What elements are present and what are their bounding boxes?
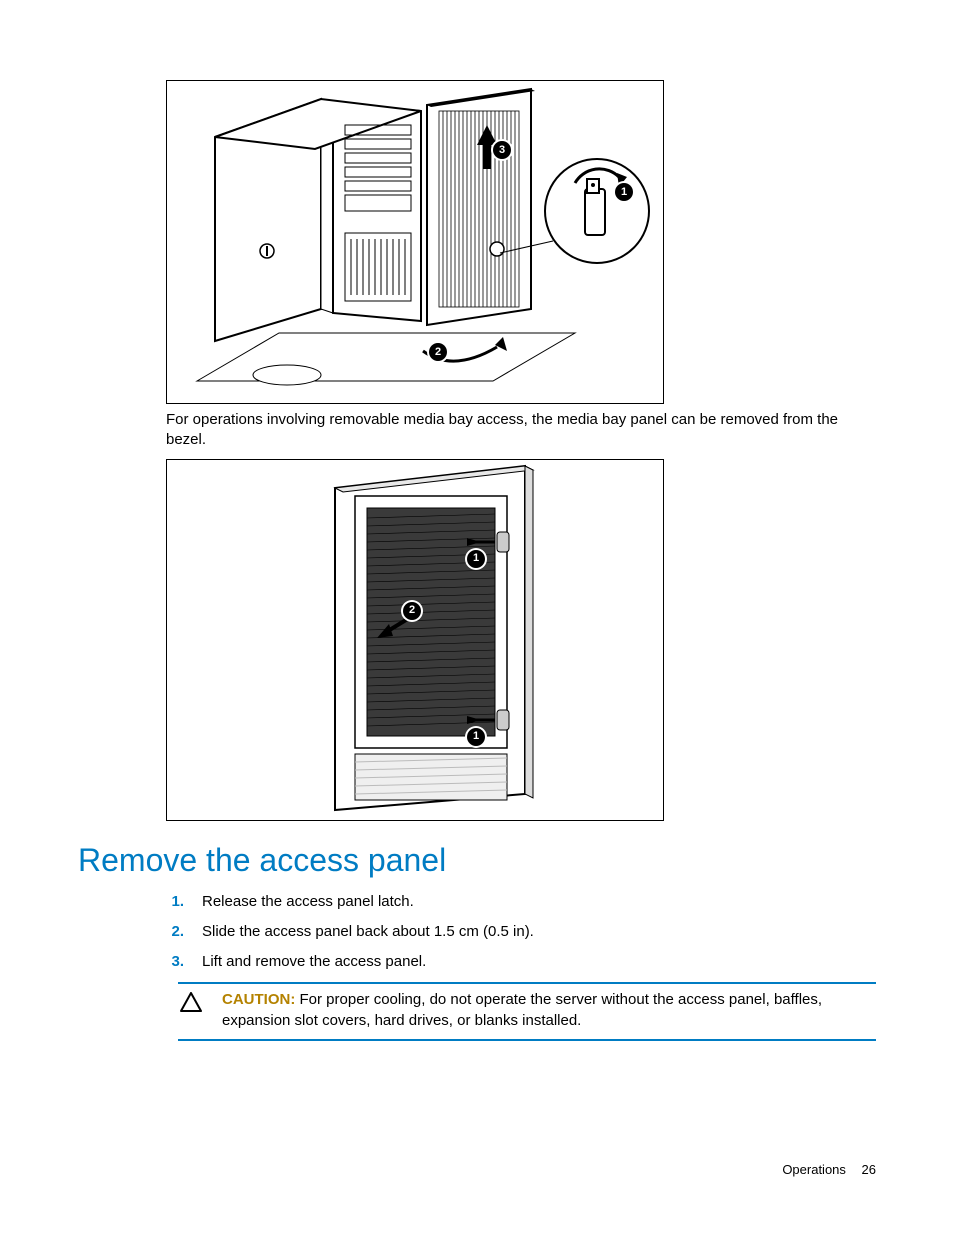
callout-3: 3 (493, 141, 511, 159)
figure-media-bay-svg (167, 460, 663, 820)
caution-text: CAUTION: For proper cooling, do not oper… (222, 990, 876, 1031)
step-number: 1. (166, 892, 184, 912)
step-text: Lift and remove the access panel. (202, 952, 426, 972)
footer-section: Operations (782, 1162, 846, 1177)
media-bay-paragraph: For operations involving removable media… (166, 410, 876, 451)
figure-bezel-removal: 1 2 3 (166, 80, 664, 404)
footer-page-number: 26 (862, 1162, 876, 1177)
step-number: 2. (166, 922, 184, 942)
caution-icon (178, 990, 204, 1031)
step-2: 2. Slide the access panel back about 1.5… (166, 922, 876, 942)
step-1: 1. Release the access panel latch. (166, 892, 876, 912)
steps-list: 1. Release the access panel latch. 2. Sl… (166, 892, 876, 973)
step-text: Release the access panel latch. (202, 892, 414, 912)
caution-body: For proper cooling, do not operate the s… (222, 991, 822, 1028)
step-text: Slide the access panel back about 1.5 cm… (202, 922, 534, 942)
section-heading: Remove the access panel (78, 839, 876, 882)
callout-1: 1 (615, 183, 633, 201)
page-footer: Operations 26 (782, 1161, 876, 1179)
callout-fig2-1-top: 1 (467, 550, 485, 568)
page-container: 1 2 3 For operations involving removable… (0, 0, 954, 1235)
step-3: 3. Lift and remove the access panel. (166, 952, 876, 972)
caution-block: CAUTION: For proper cooling, do not oper… (178, 982, 876, 1041)
caution-label: CAUTION: (222, 991, 295, 1008)
step-number: 3. (166, 952, 184, 972)
callout-fig2-1-bottom: 1 (467, 728, 485, 746)
callout-fig2-2: 2 (403, 602, 421, 620)
figure-bezel-svg (167, 81, 663, 403)
callout-2: 2 (429, 343, 447, 361)
figure-media-bay-panel: 1 2 1 (166, 459, 664, 821)
